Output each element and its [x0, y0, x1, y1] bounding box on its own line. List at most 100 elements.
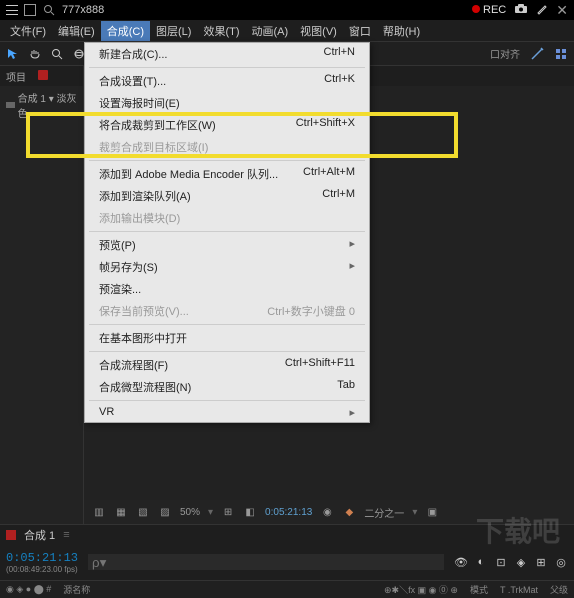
chevron-right-icon: ▸	[349, 406, 355, 419]
menu-bar: 文件(F) 编辑(E) 合成(C) 图层(L) 效果(T) 动画(A) 视图(V…	[0, 20, 574, 42]
menu-item-label: 设置海报时间(E)	[99, 95, 180, 111]
col-mode[interactable]: 模式	[470, 583, 488, 596]
col-parent[interactable]: 父级	[550, 583, 568, 596]
menu-item-label: VR	[99, 406, 114, 419]
menu-item-3[interactable]: 设置海报时间(E)	[85, 92, 369, 114]
menu-item-label: 帧另存为(S)	[99, 259, 158, 275]
arrow-tool-icon[interactable]	[6, 47, 20, 61]
shy-icon[interactable]: 👁	[454, 555, 468, 569]
menu-item-label: 在基本图形中打开	[99, 330, 187, 346]
rec-indicator: REC	[472, 4, 506, 16]
menu-shortcut: Ctrl+Shift+F11	[285, 357, 355, 373]
menu-shortcut: Tab	[337, 379, 355, 395]
snapshot-icon[interactable]: ◉	[320, 505, 334, 519]
menu-item-11[interactable]: 预览(P)▸	[85, 234, 369, 256]
menu-item-label: 保存当前预览(V)...	[99, 303, 189, 319]
menu-file[interactable]: 文件(F)	[4, 21, 52, 41]
search-icon[interactable]	[42, 3, 56, 17]
grid-tool-icon[interactable]	[554, 47, 568, 61]
menu-item-label: 添加输出模块(D)	[99, 210, 180, 226]
comp-info: 合成 1 ▾ 淡灰色	[0, 86, 83, 124]
zoom-tool-icon[interactable]	[50, 47, 64, 61]
menu-item-label: 添加到 Adobe Media Encoder 队列...	[99, 166, 278, 182]
comp-color-icon	[6, 530, 16, 540]
menu-item-label: 合成设置(T)...	[99, 73, 166, 89]
camera-icon[interactable]	[514, 3, 528, 17]
menu-composition[interactable]: 合成(C)	[101, 21, 150, 41]
menu-item-5: 裁剪合成到目标区域(I)	[85, 136, 369, 158]
col-source-name[interactable]: 源名称	[63, 583, 90, 596]
menu-item-12[interactable]: 帧另存为(S)▸	[85, 256, 369, 278]
comp-name-label: 合成 1 ▾ 淡灰色	[18, 90, 77, 120]
menu-shortcut: Ctrl+Shift+X	[296, 117, 355, 133]
menu-item-9: 添加输出模块(D)	[85, 207, 369, 229]
hand-tool-icon[interactable]	[28, 47, 42, 61]
menu-item-label: 添加到渲染队列(A)	[99, 188, 191, 204]
menu-help[interactable]: 帮助(H)	[377, 21, 426, 41]
3d-icon[interactable]: ◈	[514, 555, 528, 569]
timeline-tab[interactable]: 合成 1	[24, 527, 55, 543]
menu-item-label: 合成流程图(F)	[99, 357, 168, 373]
menu-effect[interactable]: 效果(T)	[197, 21, 245, 41]
menu-edit[interactable]: 编辑(E)	[52, 21, 101, 41]
menu-item-7[interactable]: 添加到 Adobe Media Encoder 队列... Ctrl+Alt+M	[85, 163, 369, 185]
menu-view[interactable]: 视图(V)	[294, 21, 343, 41]
menu-separator	[89, 351, 365, 352]
menu-window[interactable]: 窗口	[343, 21, 377, 41]
menu-shortcut: Ctrl+Alt+M	[303, 166, 355, 182]
pencil-icon[interactable]	[536, 3, 548, 18]
col-trkmat[interactable]: T .TrkMat	[500, 585, 538, 595]
transparency-icon[interactable]: ▦	[114, 505, 128, 519]
wand-tool-icon[interactable]	[530, 47, 544, 61]
motion-blur-icon[interactable]: ◐	[474, 555, 488, 569]
scale-value[interactable]: 二分之一	[364, 505, 404, 520]
draft-icon[interactable]: ◎	[554, 555, 568, 569]
layer-icon[interactable]: ⊞	[221, 505, 235, 519]
menu-separator	[89, 231, 365, 232]
mask-icon[interactable]: ▧	[136, 505, 150, 519]
menu-item-0[interactable]: 新建合成(C)...Ctrl+N	[85, 43, 369, 65]
menu-item-4[interactable]: 将合成裁剪到工作区(W)Ctrl+Shift+X	[85, 114, 369, 136]
timecode-details: (00:08:49:23.00 fps)	[6, 565, 78, 574]
menu-animation[interactable]: 动画(A)	[246, 21, 295, 41]
channel-icon[interactable]: ◧	[243, 505, 257, 519]
menu-separator	[89, 324, 365, 325]
timeline-search-input[interactable]	[88, 554, 444, 570]
menu-separator	[89, 400, 365, 401]
window-icon[interactable]	[24, 4, 36, 16]
menu-item-8[interactable]: 添加到渲染队列(A) Ctrl+M	[85, 185, 369, 207]
viewport-footer: ▥ ▦ ▧ ▨ 50% ▾ ⊞ ◧ 0:05:21:13 ◉ ◆ 二分之一 ▾ …	[84, 500, 574, 524]
menu-item-13[interactable]: 预渲染...	[85, 278, 369, 300]
menu-item-21[interactable]: VR ▸	[85, 403, 369, 422]
menu-item-19[interactable]: 合成微型流程图(N) Tab	[85, 376, 369, 398]
chevron-right-icon: ▸	[349, 237, 355, 253]
colormgmt-icon[interactable]: ◆	[342, 505, 356, 519]
resolution-icon[interactable]: ▥	[92, 505, 106, 519]
menu-item-label: 裁剪合成到目标区域(I)	[99, 139, 208, 155]
effects-tab[interactable]	[32, 68, 54, 85]
menu-item-label: 合成微型流程图(N)	[99, 379, 191, 395]
close-icon[interactable]: ✕	[556, 2, 568, 19]
menu-item-16[interactable]: 在基本图形中打开	[85, 327, 369, 349]
menu-separator	[89, 67, 365, 68]
menu-shortcut: Ctrl+数字小键盘 0	[267, 303, 355, 319]
camera-view-icon[interactable]: ▣	[425, 505, 439, 519]
menu-item-18[interactable]: 合成流程图(F) Ctrl+Shift+F11	[85, 354, 369, 376]
menu-layer[interactable]: 图层(L)	[150, 21, 197, 41]
menu-item-2[interactable]: 合成设置(T)...Ctrl+K	[85, 70, 369, 92]
menu-item-14: 保存当前预览(V)... Ctrl+数字小键盘 0	[85, 300, 369, 322]
time-value[interactable]: 0:05:21:13	[265, 507, 312, 518]
red-square-icon	[38, 70, 48, 80]
hamburger-icon[interactable]	[6, 5, 18, 15]
document-title: 777x888	[62, 4, 104, 16]
menu-shortcut: Ctrl+M	[322, 188, 355, 204]
align-label[interactable]: 口对齐	[490, 46, 520, 61]
project-tab[interactable]: 项目	[0, 67, 32, 86]
current-timecode[interactable]: 0:05:21:13	[6, 551, 78, 565]
color-swatch	[6, 102, 15, 108]
frame-blend-icon[interactable]: ⊡	[494, 555, 508, 569]
menu-item-label: 新建合成(C)...	[99, 46, 167, 62]
zoom-value[interactable]: 50%	[180, 507, 200, 518]
graph-icon[interactable]: ⊞	[534, 555, 548, 569]
fx-icon[interactable]: ▨	[158, 505, 172, 519]
